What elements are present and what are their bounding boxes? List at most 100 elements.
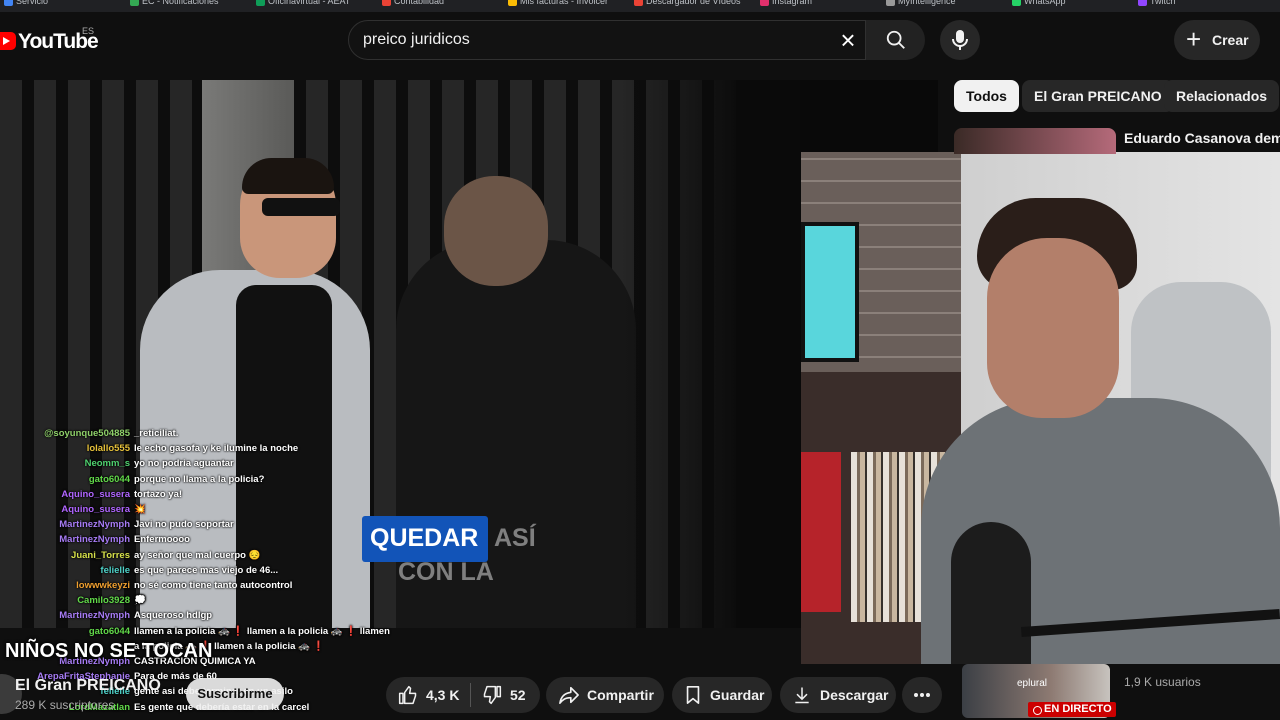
microphone-icon [952, 30, 968, 50]
country-code: ES [82, 26, 95, 36]
bookmark-label: WhatsApp [1024, 0, 1066, 6]
chat-username: gato6044 [88, 625, 130, 637]
share-icon [559, 686, 579, 704]
more-icon [914, 693, 930, 697]
chat-text: yo no podria aguantar [134, 458, 234, 470]
create-button[interactable]: + Crear [1174, 20, 1260, 60]
chat-message: MartinezNymph Asqueroso hdlgp [0, 610, 400, 625]
chat-username: MartinezNymph [59, 534, 130, 546]
recommendation-thumbnail[interactable] [954, 128, 1116, 154]
subscribe-button[interactable]: Suscribirme [186, 678, 284, 710]
subscriber-count: 289 K suscriptores [15, 698, 115, 712]
bookmark-favicon-icon [382, 0, 391, 7]
chip-todos[interactable]: Todos [954, 80, 1019, 112]
chat-username: gato6044 [88, 473, 130, 485]
chat-username: lowwwkeyzi [76, 580, 130, 591]
bookmark-item[interactable]: MyIntelligence [886, 0, 956, 7]
bookmark-label: Contabilidad [394, 0, 445, 6]
chat-message: MartinezNymph Javi no pudo soportar [0, 519, 400, 534]
chat-text: _reticiliat. [134, 428, 179, 439]
bookmark-item[interactable]: Descargador de Vídeos [634, 0, 741, 7]
bookmark-item[interactable]: EC - Notificaciones [130, 0, 219, 7]
chat-text: tortazo ya! [134, 488, 183, 500]
live-viewer-count: 1,9 K usuarios [1124, 675, 1201, 689]
chat-username: Neomm_s [84, 458, 130, 470]
bookmark-label: Descargador de Vídeos [646, 0, 741, 6]
chat-message: MartinezNymph Enfermoooo [0, 534, 400, 549]
bookmark-item[interactable]: Contabilidad [382, 0, 445, 7]
bookmark-favicon-icon [130, 0, 139, 7]
bookmark-item[interactable]: Mis facturas - Invoicer [508, 0, 609, 7]
search-box: × [348, 20, 925, 60]
chat-message: Neomm_s yo no podria aguantar [0, 458, 400, 473]
chip-channel[interactable]: El Gran PREICANO [1022, 80, 1174, 112]
clear-search-icon[interactable]: × [833, 26, 863, 56]
save-button[interactable]: Guardar [672, 677, 772, 713]
chat-message: lolallo555 le echo gasofa y ke ilumine la… [0, 443, 400, 458]
chat-username: Aquino_susera [61, 488, 130, 500]
share-label: Compartir [587, 687, 654, 703]
search-icon [886, 30, 905, 49]
chat-username: felielle [100, 564, 130, 576]
chat-text: ay señor que mal cuerpo 😔 [134, 549, 261, 561]
save-label: Guardar [710, 687, 765, 703]
webcam-overlay [801, 152, 1280, 664]
like-dislike-group: 4,3 K 52 [386, 677, 540, 713]
bookmark-label: Twitch [1150, 0, 1176, 6]
bookmark-icon [686, 686, 700, 704]
create-label: Crear [1212, 32, 1249, 48]
chat-text: Javi no pudo soportar [134, 519, 234, 531]
share-button[interactable]: Compartir [546, 677, 664, 713]
plus-icon: + [1186, 24, 1202, 54]
bookmark-label: Mis facturas - Invoicer [520, 0, 609, 6]
bookmark-item[interactable]: Oficinavirtual - AEAT [256, 0, 350, 7]
bookmark-label: EC - Notificaciones [142, 0, 219, 6]
more-actions-button[interactable] [902, 677, 942, 713]
chat-text: porque no llama a la policia? [134, 473, 265, 485]
chat-username: Juani_Torres [71, 549, 130, 561]
stream-overlay-title: NIÑOS NO SE TOCAN [5, 640, 213, 662]
search-button[interactable] [865, 20, 925, 60]
live-badge: EN DIRECTO [1028, 702, 1116, 717]
search-input[interactable] [363, 21, 833, 59]
live-thumbnail-text: eplural [1017, 678, 1048, 689]
bookmark-label: Instagram [772, 0, 813, 6]
bookmark-item[interactable]: Servicio [4, 0, 48, 7]
chat-text: no sé como tiene tanto autocontrol [134, 580, 293, 591]
chat-message: Aquino_susera tortazo ya! [0, 489, 400, 504]
bookmark-item[interactable]: Twitch [1138, 0, 1176, 7]
bookmark-favicon-icon [508, 0, 517, 7]
channel-name[interactable]: El Gran PREICANO [15, 677, 161, 695]
download-label: Descargar [820, 687, 889, 703]
chat-username: lolallo555 [86, 443, 130, 455]
chat-text: llamen a la policia 🚓 ❗ llamen a la poli… [134, 625, 390, 637]
bookmark-item[interactable]: Instagram [760, 0, 813, 7]
chat-message: Juani_Torres ay señor que mal cuerpo 😔 [0, 550, 400, 565]
chat-username: MartinezNymph [59, 610, 130, 622]
download-icon [795, 687, 809, 704]
chip-relacionados[interactable]: Relacionados [1164, 80, 1280, 112]
chat-message: lowwwkeyzi no sé como tiene tanto autocon… [0, 580, 400, 595]
bookmark-label: MyIntelligence [898, 0, 956, 6]
chat-text: es que parece mas viejo de 46... [134, 564, 279, 576]
dislike-button[interactable]: 52 [472, 677, 540, 713]
bookmark-favicon-icon [760, 0, 769, 7]
bookmark-favicon-icon [4, 0, 13, 7]
voice-search-button[interactable] [940, 20, 980, 60]
chat-text: 💭 [134, 595, 146, 607]
download-button[interactable]: Descargar [780, 677, 896, 713]
bookmark-item[interactable]: WhatsApp [1012, 0, 1066, 7]
chat-message: gato6044 porque no llama a la policia? [0, 474, 400, 489]
chat-message: Camilo3928 💭 [0, 595, 400, 610]
caption-next-word: ASÍ [494, 524, 536, 552]
chat-text: Asqueroso hdlgp [134, 610, 213, 622]
bookmark-favicon-icon [634, 0, 643, 7]
chat-username: Aquino_susera [61, 504, 130, 515]
masthead: YouTube ES × + Crear [0, 12, 1280, 68]
chat-username: MartinezNymph [59, 519, 130, 531]
thumbs-down-icon [483, 685, 502, 705]
chat-username: Camilo3928 [77, 595, 130, 607]
like-button[interactable]: 4,3 K [386, 677, 470, 713]
thumbs-up-icon [398, 685, 417, 705]
recommendation-title[interactable]: Eduardo Casanova deman [1124, 130, 1280, 146]
